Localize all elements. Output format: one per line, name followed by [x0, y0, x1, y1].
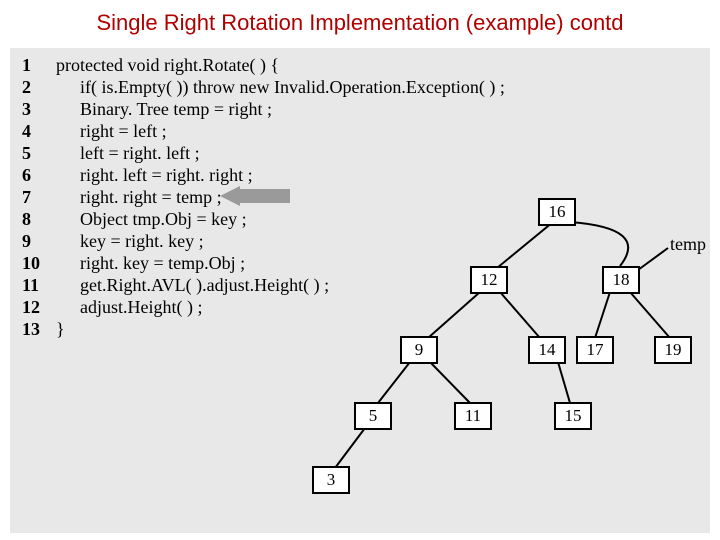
tree-node-18: 18	[602, 266, 640, 294]
code-line: 1protected void right.Rotate( ) {	[18, 54, 509, 76]
tree-node-5: 5	[354, 402, 392, 430]
tree-node-9: 9	[400, 336, 438, 364]
tree-node-11: 11	[454, 402, 492, 430]
code-line: 11get.Right.AVL( ).adjust.Height( ) ;	[18, 274, 509, 296]
tree-node-19: 19	[654, 336, 692, 364]
code-line: 8Object tmp.Obj = key ;	[18, 208, 509, 230]
content-panel: 1protected void right.Rotate( ) { 2if( i…	[10, 48, 710, 533]
code-line: 2if( is.Empty( )) throw new Invalid.Oper…	[18, 76, 509, 98]
code-line: 3Binary. Tree temp = right ;	[18, 98, 509, 120]
current-line-arrow-icon	[220, 186, 290, 206]
temp-pointer-label: temp	[670, 234, 706, 255]
tree-node-17: 17	[576, 336, 614, 364]
code-line: 6right. left = right. right ;	[18, 164, 509, 186]
code-line: 5left = right. left ;	[18, 142, 509, 164]
code-line: 10right. key = temp.Obj ;	[18, 252, 509, 274]
tree-node-16: 16	[538, 198, 576, 226]
tree-node-15: 15	[554, 402, 592, 430]
tree-node-14: 14	[528, 336, 566, 364]
slide-title: Single Right Rotation Implementation (ex…	[0, 10, 720, 36]
code-line: 4right = left ;	[18, 120, 509, 142]
tree-node-3: 3	[312, 466, 350, 494]
code-line: 9key = right. key ;	[18, 230, 509, 252]
tree-node-12: 12	[470, 266, 508, 294]
code-line: 12adjust.Height( ) ;	[18, 296, 509, 318]
